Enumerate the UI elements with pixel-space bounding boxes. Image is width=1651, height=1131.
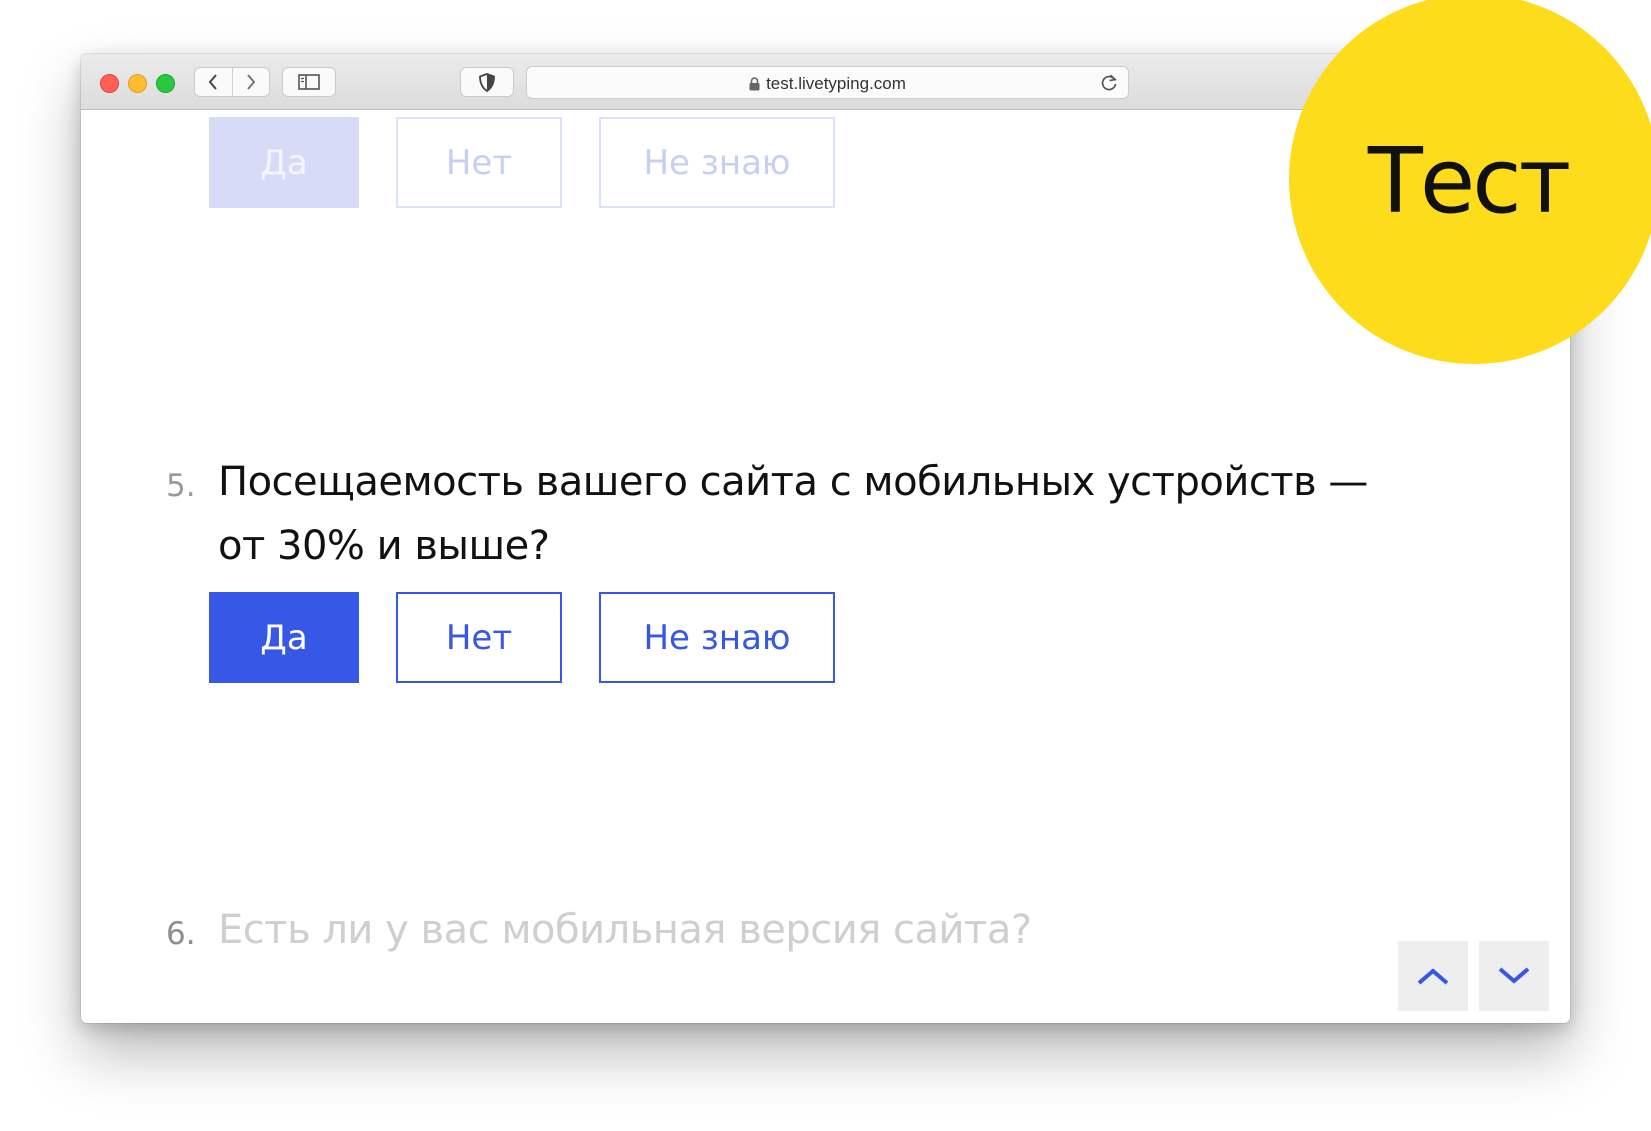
- chevron-right-icon: [246, 74, 256, 90]
- next-question-button[interactable]: [1479, 941, 1549, 1011]
- reload-icon[interactable]: [1100, 73, 1118, 97]
- back-button[interactable]: [195, 68, 232, 96]
- previous-question-button[interactable]: [1398, 941, 1468, 1011]
- sidebar-icon: [298, 74, 320, 90]
- next-question-number: 6.: [166, 916, 196, 952]
- chevron-left-icon: [208, 74, 218, 90]
- address-url: test.livetyping.com: [766, 74, 906, 93]
- question-number: 5.: [166, 468, 196, 504]
- shield-icon: [479, 72, 495, 92]
- zoom-window-button[interactable]: [156, 74, 175, 93]
- test-badge-label: Тест: [1367, 128, 1571, 234]
- forward-button[interactable]: [232, 68, 269, 96]
- question-text-line-2: от 30% и выше?: [218, 523, 550, 569]
- sidebar-toggle-button[interactable]: [282, 67, 336, 97]
- question-text-line-1: Посещаемость вашего сайта с мобильных ус…: [218, 459, 1368, 505]
- answer-yes-button[interactable]: Да: [209, 592, 359, 683]
- minimize-window-button[interactable]: [128, 74, 147, 93]
- privacy-report-button[interactable]: [460, 67, 514, 97]
- question-text: Посещаемость вашего сайта с мобильных ус…: [218, 450, 1448, 578]
- answer-no-button[interactable]: Нет: [396, 592, 562, 683]
- history-nav-group: [194, 67, 270, 97]
- address-bar[interactable]: test.livetyping.com: [526, 66, 1129, 99]
- previous-answer-no-button[interactable]: Нет: [396, 117, 562, 208]
- chevron-down-icon: [1498, 967, 1530, 984]
- previous-answer-dont-know-button[interactable]: Не знаю: [599, 117, 835, 208]
- answer-dont-know-button[interactable]: Не знаю: [599, 592, 835, 683]
- previous-answer-yes-button[interactable]: Да: [209, 117, 359, 208]
- stage: test.livetyping.com Да Нет Не знаю 5. По…: [0, 0, 1651, 1131]
- address-text-wrap: test.livetyping.com: [527, 74, 1128, 96]
- chevron-up-icon: [1417, 968, 1449, 985]
- test-badge: Тест: [1289, 0, 1651, 364]
- close-window-button[interactable]: [100, 74, 119, 93]
- next-question-text: Есть ли у вас мобильная версия сайта?: [218, 907, 1032, 953]
- lock-icon: [749, 76, 760, 96]
